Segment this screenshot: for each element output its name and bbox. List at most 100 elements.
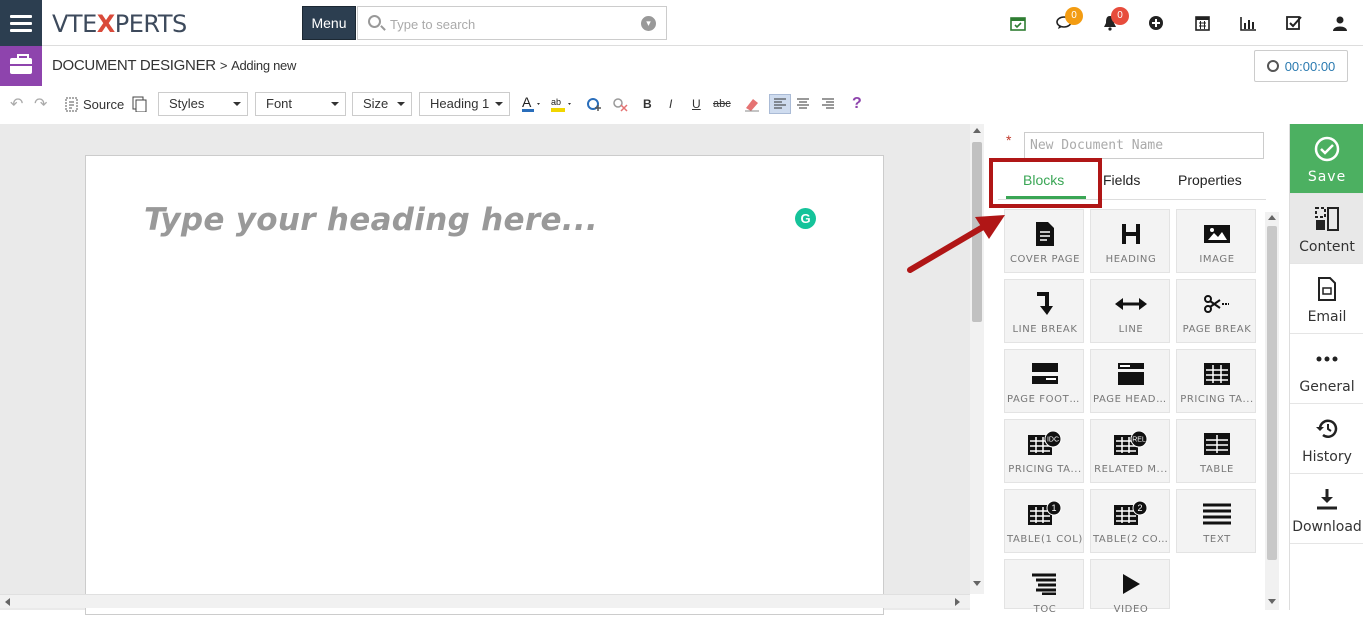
save-button[interactable]: Save: [1290, 124, 1363, 194]
redo-icon[interactable]: ↷: [34, 94, 47, 114]
block-cover-page[interactable]: COVER PAGE: [1004, 209, 1084, 273]
underline-button[interactable]: U: [692, 94, 701, 114]
block-table-1-col[interactable]: 1 TABLE(1 COL): [1004, 489, 1084, 553]
blocks-scrollbar[interactable]: [1265, 212, 1279, 610]
align-left-icon[interactable]: [769, 94, 791, 114]
download-button[interactable]: Download: [1290, 474, 1363, 544]
heading-placeholder[interactable]: Type your heading here...: [144, 202, 598, 238]
tab-fields[interactable]: Fields: [1103, 172, 1140, 188]
top-icons: 0 0: [995, 0, 1363, 46]
undo-icon[interactable]: ↶: [10, 94, 23, 114]
module-header: DOCUMENT DESIGNER > Adding new 00:00:00: [0, 46, 1363, 86]
text-lines-icon: [1177, 500, 1257, 528]
page-footer-icon: [1005, 360, 1085, 388]
svg-text:A: A: [522, 95, 532, 110]
search-dropdown-icon[interactable]: ▾: [641, 16, 656, 31]
user-icon[interactable]: [1317, 0, 1363, 46]
briefcase-icon[interactable]: [0, 46, 42, 86]
content-icon: [1290, 206, 1363, 232]
email-button[interactable]: Email: [1290, 264, 1363, 334]
breadcrumb-module[interactable]: DOCUMENT DESIGNER: [52, 57, 216, 74]
block-pricing-table[interactable]: PRICING TA...: [1176, 349, 1256, 413]
plus-circle-icon[interactable]: [1133, 0, 1179, 46]
general-button[interactable]: General: [1290, 334, 1363, 404]
history-icon: [1290, 416, 1363, 442]
menu-button[interactable]: Menu: [302, 6, 356, 40]
global-search: ▾: [357, 6, 667, 40]
table-icon: [1177, 430, 1257, 458]
help-icon[interactable]: ?: [852, 94, 862, 114]
document-page[interactable]: Type your heading here... G: [85, 155, 884, 615]
action-sidebar: Save Content Email General History Downl…: [1289, 124, 1363, 610]
link-icon[interactable]: [586, 94, 604, 114]
block-video[interactable]: VIDEO: [1090, 559, 1170, 615]
search-input[interactable]: [390, 14, 630, 34]
block-toc[interactable]: TOC: [1004, 559, 1085, 615]
font-select[interactable]: Font: [255, 92, 346, 116]
block-table[interactable]: TABLE: [1176, 419, 1256, 483]
block-line[interactable]: LINE: [1090, 279, 1170, 343]
block-heading[interactable]: HEADING: [1090, 209, 1170, 273]
templates-icon[interactable]: [131, 94, 147, 114]
align-center-icon[interactable]: [796, 94, 810, 114]
page-header-icon: [1091, 360, 1171, 388]
block-pricing-table-idc[interactable]: IDC PRICING TA...: [1004, 419, 1084, 483]
block-image[interactable]: IMAGE: [1176, 209, 1256, 273]
editor-horizontal-scrollbar[interactable]: [0, 594, 970, 608]
text-color-icon[interactable]: A: [520, 94, 544, 114]
email-doc-icon: [1290, 276, 1363, 302]
tab-properties[interactable]: Properties: [1178, 172, 1242, 188]
calendar-check-icon[interactable]: [995, 0, 1041, 46]
heading-icon: [1091, 220, 1171, 248]
source-button[interactable]: Source: [64, 94, 124, 114]
breadcrumb-action: Adding new: [231, 58, 297, 73]
chevron-down-icon: [495, 102, 503, 106]
bell-icon[interactable]: 0: [1087, 0, 1133, 46]
block-line-break[interactable]: LINE BREAK: [1004, 279, 1084, 343]
history-button[interactable]: History: [1290, 404, 1363, 474]
scissors-icon: [1177, 290, 1257, 318]
editor-canvas: Type your heading here... G: [0, 124, 970, 615]
unlink-icon[interactable]: [611, 94, 629, 114]
document-name-input[interactable]: [1024, 132, 1264, 159]
block-page-footer[interactable]: PAGE FOOTER: [1004, 349, 1084, 413]
hamburger-menu-icon[interactable]: [0, 0, 42, 46]
block-page-header[interactable]: PAGE HEADER: [1090, 349, 1170, 413]
chat-icon[interactable]: 0: [1041, 0, 1087, 46]
required-marker: *: [1006, 132, 1012, 148]
chevron-right-icon: >: [219, 58, 228, 73]
ellipsis-icon: [1290, 346, 1363, 372]
notification-badge: 0: [1111, 7, 1129, 25]
logo[interactable]: VTEXPERTS: [52, 10, 187, 38]
file-icon: [1005, 220, 1085, 248]
block-page-break[interactable]: PAGE BREAK: [1176, 279, 1256, 343]
calendar-icon[interactable]: [1179, 0, 1225, 46]
toc-icon: [1005, 570, 1085, 598]
italic-button[interactable]: I: [669, 94, 672, 114]
editor-vertical-scrollbar[interactable]: [970, 124, 984, 594]
content-button[interactable]: Content: [1290, 194, 1363, 264]
block-table-2-col[interactable]: 2 TABLE(2 CO...: [1090, 489, 1170, 553]
clock-icon: [1266, 60, 1279, 72]
remove-format-icon[interactable]: [744, 94, 760, 114]
arrows-horizontal-icon: [1091, 290, 1171, 318]
styles-select[interactable]: Styles: [158, 92, 248, 116]
source-label: Source: [83, 96, 125, 112]
block-related-modules[interactable]: REL RELATED M...: [1090, 419, 1170, 483]
strikethrough-button[interactable]: abc: [713, 94, 731, 114]
blocks-tab-highlight: [989, 158, 1102, 208]
format-select[interactable]: Heading 1: [419, 92, 510, 116]
bar-chart-icon[interactable]: [1225, 0, 1271, 46]
checkbox-icon[interactable]: [1271, 0, 1317, 46]
size-select[interactable]: Size: [352, 92, 412, 116]
svg-text:ab: ab: [551, 97, 561, 107]
chat-badge: 0: [1065, 7, 1083, 25]
align-right-icon[interactable]: [821, 94, 835, 114]
line-break-icon: [1005, 290, 1085, 318]
block-text[interactable]: TEXT: [1176, 489, 1256, 553]
grammarly-icon[interactable]: G: [795, 208, 816, 229]
bold-button[interactable]: B: [643, 94, 652, 114]
highlight-color-icon[interactable]: ab: [549, 94, 575, 114]
editor-toolbar: ↶ ↷ Source Styles Font Size Heading 1 A …: [0, 88, 970, 120]
timer-button[interactable]: 00:00:00: [1254, 50, 1348, 82]
